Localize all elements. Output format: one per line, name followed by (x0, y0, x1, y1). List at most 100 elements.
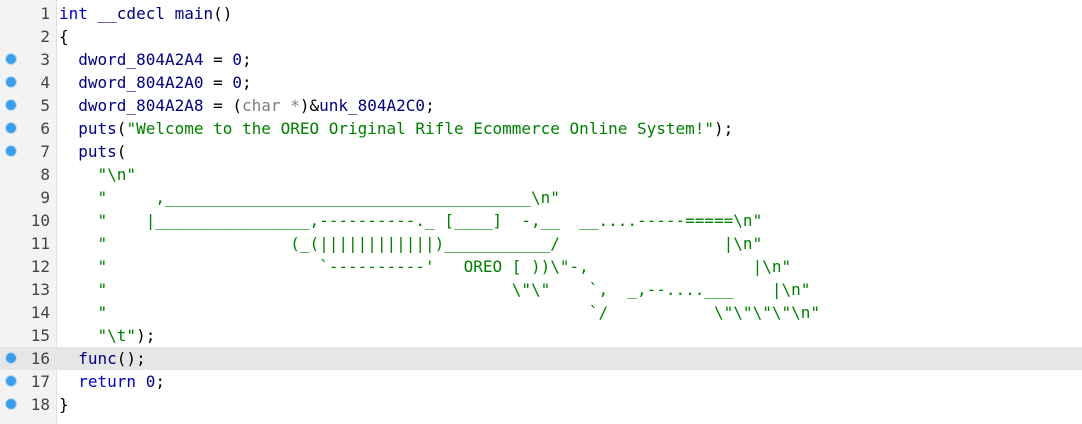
code-token: } (59, 395, 69, 414)
code-token: { (59, 27, 69, 46)
breakpoint-dot-icon[interactable] (6, 77, 16, 87)
breakpoint-dot-icon[interactable] (6, 123, 16, 133)
code-token: = ( (213, 96, 243, 115)
code-token: " `----------' OREO [ ))\"-, |\n" (59, 257, 792, 276)
code-token: ( (116, 119, 127, 138)
code-line[interactable]: 1 int __cdecl main() (0, 2, 1082, 25)
code-token: () (213, 4, 233, 23)
code-line[interactable]: 13 " \"\" `, _,--....___ |\n" (0, 278, 1082, 301)
code-token: 0 (232, 50, 243, 69)
code-line[interactable]: 16 func(); (0, 347, 1082, 370)
line-number: 3 (40, 50, 50, 69)
code-token: "\t" (59, 326, 137, 345)
code-text: dword_804A2A4 = 0; (59, 48, 252, 71)
code-token: unk_804A2C0 (319, 96, 426, 115)
code-line[interactable]: 18} (0, 393, 1082, 416)
code-text: " `----------' OREO [ ))\"-, |\n" (59, 255, 792, 278)
code-token: = (213, 73, 233, 92)
code-text: puts("Welcome to the OREO Original Rifle… (59, 117, 733, 140)
code-text: dword_804A2A8 = (char *)&unk_804A2C0; (59, 94, 435, 117)
line-number: 15 (30, 326, 50, 345)
breakpoint-dot-icon[interactable] (6, 146, 16, 156)
breakpoint-dot-icon[interactable] (6, 399, 16, 409)
code-text: " |________________,----------._ [____] … (59, 209, 763, 232)
code-token: "Welcome to the OREO Original Rifle Ecom… (126, 119, 715, 138)
code-token: )& (299, 96, 320, 115)
line-number: 8 (40, 165, 50, 184)
line-number: 13 (30, 280, 50, 299)
code-line[interactable]: 3 dword_804A2A4 = 0; (0, 48, 1082, 71)
code-token: ( (116, 142, 127, 161)
code-line[interactable]: 2{ (0, 25, 1082, 48)
code-line[interactable]: 15 "\t"); (0, 324, 1082, 347)
code-token: 0 (145, 372, 156, 391)
code-text: puts( (59, 140, 126, 163)
breakpoint-dot-icon[interactable] (6, 376, 16, 386)
code-line[interactable]: 7 puts( (0, 140, 1082, 163)
code-line[interactable]: 14 " `/ \"\"\"\"\n" (0, 301, 1082, 324)
code-text: "\n" (59, 163, 137, 186)
line-number: 1 (40, 4, 50, 23)
code-token: " \"\" `, _,--....___ |\n" (59, 280, 811, 299)
line-number: 14 (30, 303, 50, 322)
code-line[interactable]: 9 " ,___________________________________… (0, 186, 1082, 209)
code-token: (); (116, 349, 146, 368)
code-text: " (_(||||||||||||)___________/ |\n" (59, 232, 763, 255)
breakpoint-dot-icon[interactable] (6, 54, 16, 64)
code-token: ); (136, 326, 156, 345)
code-line[interactable]: 12 " `----------' OREO [ ))\"-, |\n" (0, 255, 1082, 278)
code-text: dword_804A2A0 = 0; (59, 71, 252, 94)
code-line[interactable]: 6 puts("Welcome to the OREO Original Rif… (0, 117, 1082, 140)
code-text: " ,_____________________________________… (59, 186, 560, 209)
code-token: ; (242, 50, 252, 69)
line-number: 16 (30, 349, 50, 368)
line-number: 10 (30, 211, 50, 230)
code-line[interactable]: 5 dword_804A2A8 = (char *)&unk_804A2C0; (0, 94, 1082, 117)
code-token: dword_804A2A0 (59, 73, 214, 92)
line-number: 12 (30, 257, 50, 276)
code-token: ; (155, 372, 165, 391)
code-text: " `/ \"\"\"\"\n" (59, 301, 820, 324)
code-token: dword_804A2A4 (59, 50, 214, 69)
code-line[interactable]: 11 " (_(||||||||||||)___________/ |\n" (0, 232, 1082, 255)
code-line[interactable]: 10 " |________________,----------._ [___… (0, 209, 1082, 232)
code-token: return (59, 372, 146, 391)
code-token: dword_804A2A8 (59, 96, 214, 115)
code-token: ); (714, 119, 734, 138)
code-token: = (213, 50, 233, 69)
code-token: 0 (232, 73, 243, 92)
code-token: __cdecl main (97, 4, 214, 23)
code-text: " \"\" `, _,--....___ |\n" (59, 278, 811, 301)
code-line[interactable]: 4 dword_804A2A0 = 0; (0, 71, 1082, 94)
code-token: " ,_____________________________________… (59, 188, 560, 207)
pseudocode-editor[interactable]: 1 int __cdecl main() 2{3 dword_804A2A4 = 0… (0, 0, 1082, 424)
line-number: 4 (40, 73, 50, 92)
line-number: 17 (30, 372, 50, 391)
code-token: func (59, 349, 117, 368)
code-line[interactable]: 17 return 0; (0, 370, 1082, 393)
line-number: 5 (40, 96, 50, 115)
line-number: 2 (40, 27, 50, 46)
code-token: int (59, 4, 98, 23)
breakpoint-dot-icon[interactable] (6, 353, 16, 363)
code-token: char * (242, 96, 300, 115)
breakpoint-dot-icon[interactable] (6, 100, 16, 110)
code-token: ; (242, 73, 252, 92)
code-token: puts (59, 119, 117, 138)
code-text: { (59, 25, 69, 48)
code-token: " (_(||||||||||||)___________/ |\n" (59, 234, 763, 253)
line-number: 18 (30, 395, 50, 414)
line-number: 7 (40, 142, 50, 161)
code-token: puts (59, 142, 117, 161)
code-token: ; (425, 96, 435, 115)
line-number: 6 (40, 119, 50, 138)
code-text: } (59, 393, 69, 416)
code-token: " `/ \"\"\"\"\n" (59, 303, 820, 322)
code-text: "\t"); (59, 324, 156, 347)
code-text: int __cdecl main() (59, 2, 232, 25)
code-token: "\n" (59, 165, 137, 184)
code-text: func(); (59, 347, 146, 370)
line-number: 11 (30, 234, 50, 253)
code-text: return 0; (59, 370, 165, 393)
code-line[interactable]: 8 "\n" (0, 163, 1082, 186)
